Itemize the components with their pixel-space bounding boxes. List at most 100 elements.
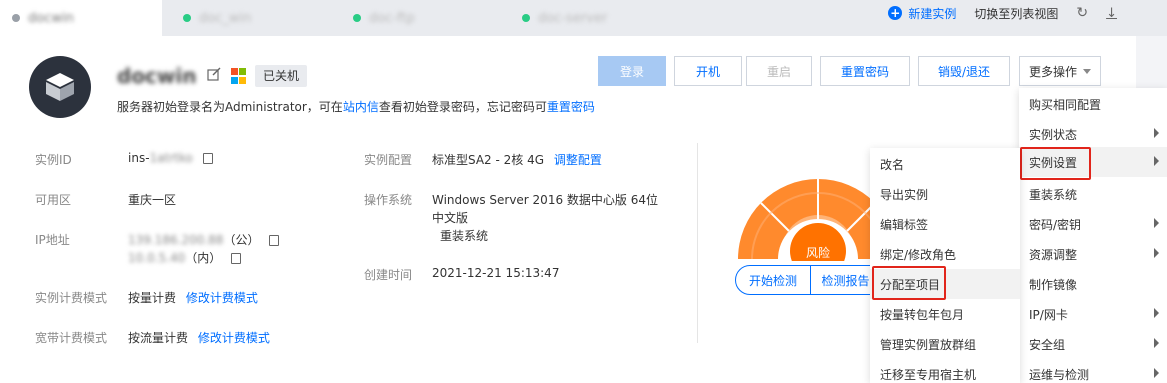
bandwidth-value: 按流量计费 修改计费模式 bbox=[128, 329, 270, 346]
billing-label: 实例计费模式 bbox=[35, 291, 108, 305]
menu-item-label: 密码/密钥 bbox=[1029, 217, 1082, 232]
submenu-item-bind-role[interactable]: 绑定/修改角色 bbox=[870, 239, 1020, 269]
config-value-text: 标准型SA2 - 2核 4G bbox=[432, 153, 545, 167]
menu-item-label: 购买相同配置 bbox=[1029, 97, 1102, 112]
restart-button[interactable]: 重启 bbox=[746, 56, 812, 86]
chevron-right-icon bbox=[1154, 368, 1159, 378]
reset-password-button[interactable]: 重置密码 bbox=[820, 56, 910, 86]
download-icon[interactable]: ↓ bbox=[1106, 6, 1117, 21]
submenu-item-label: 编辑标签 bbox=[880, 217, 929, 232]
ip-private-value: 10.0.5.40 bbox=[128, 251, 186, 265]
menu-item-label: 资源调整 bbox=[1029, 247, 1078, 262]
start-check-button[interactable]: 开始检测 bbox=[735, 265, 811, 295]
menu-item-security-group[interactable]: 安全组 bbox=[1019, 329, 1167, 359]
gauge-label: 风险 bbox=[805, 246, 830, 260]
menu-item-password-key[interactable]: 密码/密钥 bbox=[1019, 209, 1167, 239]
more-actions-label: 更多操作 bbox=[1028, 64, 1077, 79]
instance-name: docwin bbox=[117, 64, 197, 88]
chevron-right-icon bbox=[1154, 338, 1159, 348]
edit-icon[interactable] bbox=[207, 67, 223, 83]
ip-private: 10.0.5.40（内） bbox=[128, 249, 242, 266]
instance-id-prefix: ins- bbox=[128, 151, 150, 165]
menu-item-label: 安全组 bbox=[1029, 337, 1066, 352]
refresh-icon[interactable]: ↻ bbox=[1076, 5, 1088, 21]
divider bbox=[697, 143, 698, 343]
ip-public-value: 139.186.200.88 bbox=[128, 233, 224, 247]
new-instance-link[interactable]: + 新建实例 bbox=[888, 5, 956, 22]
copy-icon[interactable] bbox=[231, 253, 242, 264]
created-time-label: 创建时间 bbox=[364, 268, 413, 282]
ip-private-tag: （内） bbox=[185, 251, 222, 265]
start-button[interactable]: 开机 bbox=[674, 56, 742, 86]
plus-circle-icon: + bbox=[888, 6, 903, 20]
status-dot bbox=[522, 14, 530, 22]
destroy-button[interactable]: 销毁/退还 bbox=[918, 56, 1010, 86]
config-value: 标准型SA2 - 2核 4G 调整配置 bbox=[432, 151, 602, 168]
submenu-item-edit-tags[interactable]: 编辑标签 bbox=[870, 209, 1020, 239]
submenu-item-export[interactable]: 导出实例 bbox=[870, 179, 1020, 209]
billing-value-text: 按量计费 bbox=[128, 291, 177, 305]
tab-label: docwin bbox=[28, 10, 74, 26]
menu-item-label: 制作镜像 bbox=[1029, 277, 1078, 292]
chevron-right-icon bbox=[1154, 156, 1159, 166]
highlight-box bbox=[1020, 147, 1091, 180]
menu-item-label: 实例状态 bbox=[1029, 127, 1078, 142]
chevron-right-icon bbox=[1154, 308, 1159, 318]
status-dot bbox=[12, 14, 20, 22]
menu-item-label: 运维与检测 bbox=[1029, 367, 1090, 382]
tab-actions: + 新建实例 切换至列表视图 ↻ ↓ bbox=[888, 0, 1117, 26]
notice-text: 服务器初始登录名为Administrator，可在 bbox=[117, 100, 343, 114]
zone-value: 重庆一区 bbox=[128, 193, 177, 207]
ip-label: IP地址 bbox=[35, 233, 70, 247]
menu-item-label: IP/网卡 bbox=[1029, 307, 1068, 322]
zone-label: 可用区 bbox=[35, 193, 72, 207]
config-label: 实例配置 bbox=[364, 153, 413, 167]
windows-logo-icon bbox=[231, 68, 247, 84]
menu-item-label: 重装系统 bbox=[1029, 187, 1078, 202]
menu-item-instance-state[interactable]: 实例状态 bbox=[1019, 119, 1167, 149]
server-avatar-icon bbox=[29, 56, 91, 118]
created-time-value: 2021-12-21 15:13:47 bbox=[432, 266, 560, 280]
login-button[interactable]: 登录 bbox=[598, 56, 666, 86]
tab-label: doc-ftp bbox=[369, 10, 415, 26]
login-notice: 服务器初始登录名为Administrator，可在站内信查看初始登录密码，忘记密… bbox=[117, 98, 595, 115]
menu-item-ip-nic[interactable]: IP/网卡 bbox=[1019, 299, 1167, 329]
chevron-right-icon bbox=[1154, 248, 1159, 258]
tab-doc-ftp[interactable]: doc-ftp bbox=[353, 0, 415, 36]
bandwidth-value-text: 按流量计费 bbox=[128, 331, 189, 345]
menu-item-create-image[interactable]: 制作镜像 bbox=[1019, 269, 1167, 299]
menu-item-resource-adjust[interactable]: 资源调整 bbox=[1019, 239, 1167, 269]
tab-doc-win[interactable]: doc_win bbox=[183, 0, 251, 36]
chevron-right-icon bbox=[1154, 128, 1159, 138]
submenu-item-migrate-host[interactable]: 迁移至专用宿主机 bbox=[870, 359, 1020, 383]
submenu-item-label: 管理实例置放群组 bbox=[880, 337, 977, 352]
modify-bandwidth-link[interactable]: 修改计费模式 bbox=[198, 331, 270, 345]
os-label: 操作系统 bbox=[364, 193, 413, 207]
submenu-item-to-monthly[interactable]: 按量转包年包月 bbox=[870, 299, 1020, 329]
inbox-link[interactable]: 站内信 bbox=[343, 100, 379, 114]
instance-id-label: 实例ID bbox=[35, 153, 72, 167]
adjust-config-link[interactable]: 调整配置 bbox=[554, 153, 602, 167]
tab-doc-server[interactable]: doc-server bbox=[522, 0, 607, 36]
gauge-buttons: 开始检测 检测报告 bbox=[735, 265, 881, 295]
submenu-item-rename[interactable]: 改名 bbox=[870, 149, 1020, 179]
tab-docwin[interactable]: docwin bbox=[0, 0, 162, 36]
reinstall-os-link[interactable]: 重装系统 bbox=[440, 227, 488, 244]
copy-icon[interactable] bbox=[202, 153, 213, 164]
menu-item-reinstall[interactable]: 重装系统 bbox=[1019, 179, 1167, 209]
more-actions-menu: 购买相同配置 实例状态 实例设置 重装系统 密码/密钥 资源调整 制作镜像 IP… bbox=[1019, 88, 1167, 383]
submenu-item-label: 按量转包年包月 bbox=[880, 307, 965, 322]
bandwidth-label: 宽带计费模式 bbox=[35, 331, 108, 345]
submenu-item-placement-group[interactable]: 管理实例置放群组 bbox=[870, 329, 1020, 359]
copy-icon[interactable] bbox=[269, 235, 280, 246]
submenu-item-label: 绑定/修改角色 bbox=[880, 247, 957, 262]
os-value-line2: 中文版 bbox=[432, 211, 469, 225]
reset-password-link[interactable]: 重置密码 bbox=[547, 100, 595, 114]
more-actions-button[interactable]: 更多操作 bbox=[1019, 56, 1101, 86]
status-dot bbox=[353, 14, 361, 22]
switch-view-link[interactable]: 切换至列表视图 bbox=[974, 5, 1058, 22]
menu-item-buy-same[interactable]: 购买相同配置 bbox=[1019, 89, 1167, 119]
menu-item-ops-detect[interactable]: 运维与检测 bbox=[1019, 359, 1167, 383]
status-badge: 已关机 bbox=[255, 65, 308, 87]
modify-billing-link[interactable]: 修改计费模式 bbox=[186, 291, 258, 305]
